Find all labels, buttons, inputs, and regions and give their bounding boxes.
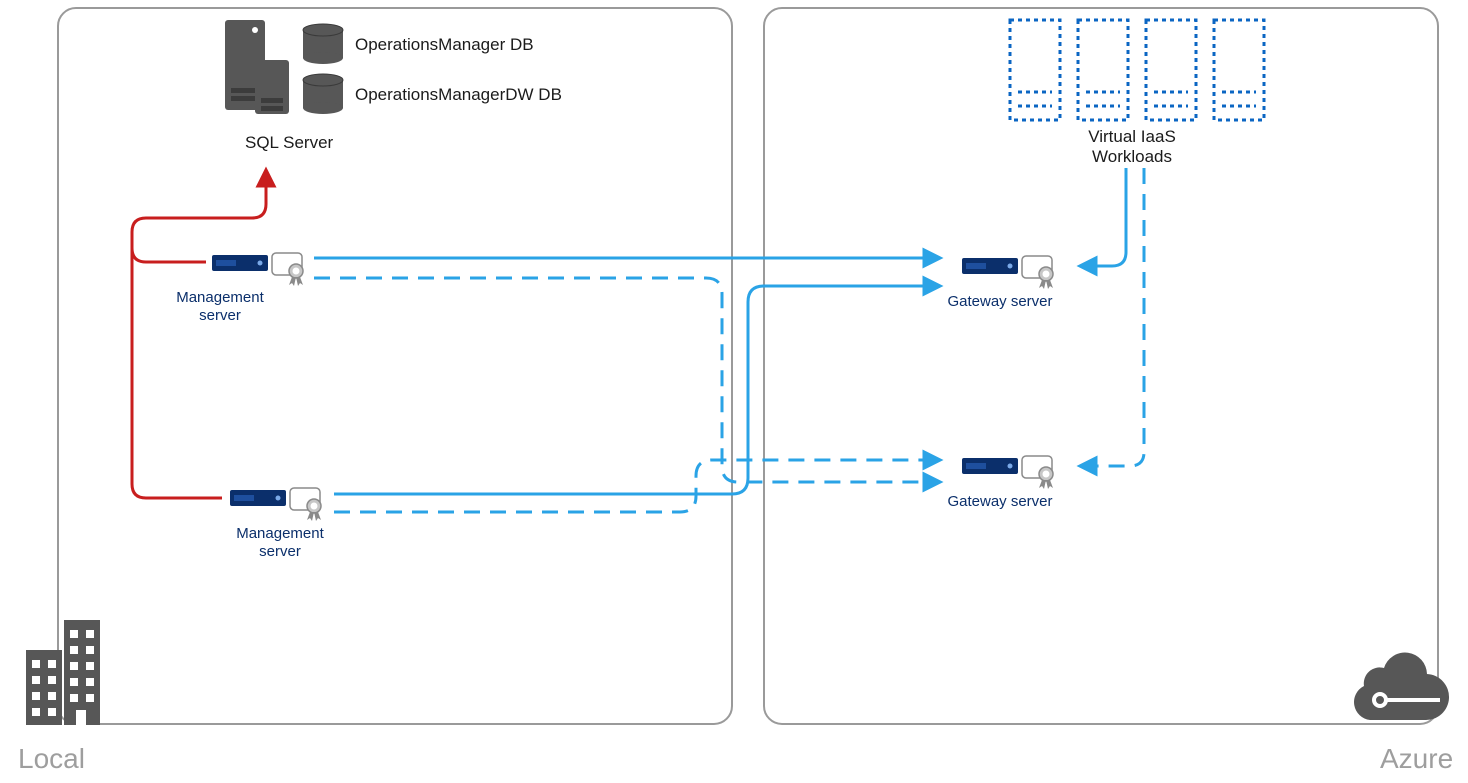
management-server-1 — [212, 253, 303, 286]
gw1-label: Gateway server — [947, 293, 1052, 310]
management-server-2 — [230, 488, 321, 521]
rack-server-icon — [962, 458, 1018, 474]
connector-red-branch — [132, 248, 206, 262]
gateway-server-2 — [962, 456, 1053, 489]
vm-icon — [1078, 20, 1128, 120]
gateway-server-1 — [962, 256, 1053, 289]
mgmt2-label-l1: Management — [236, 525, 324, 542]
rack-server-icon — [962, 258, 1018, 274]
mgmt1-label-l2: server — [199, 307, 241, 324]
rack-server-icon — [230, 490, 286, 506]
vm-icon — [1146, 20, 1196, 120]
vms-label-l2: Workloads — [1092, 147, 1172, 166]
local-label: Local — [18, 743, 85, 774]
building-icon — [26, 620, 100, 725]
vm-icon — [1214, 20, 1264, 120]
azure-panel — [764, 8, 1438, 724]
connector-vms-gw2-dashed — [1080, 168, 1144, 466]
azure-label: Azure — [1380, 743, 1453, 774]
sql-caption: SQL Server — [245, 133, 334, 152]
mgmt2-label-l2: server — [259, 543, 301, 560]
gw2-label: Gateway server — [947, 493, 1052, 510]
rack-server-icon — [212, 255, 268, 271]
connector-vms-gw1-solid — [1080, 168, 1126, 266]
sql-server-group — [225, 20, 343, 114]
db1-label: OperationsManager DB — [355, 35, 534, 54]
mgmt1-label-l1: Management — [176, 289, 264, 306]
connector-mgmt2-gw1-solid — [334, 286, 940, 494]
vms-label-l1: Virtual IaaS — [1088, 127, 1176, 146]
db2-label: OperationsManagerDW DB — [355, 85, 562, 104]
certificate-icon — [1022, 256, 1053, 289]
certificate-icon — [1022, 456, 1053, 489]
cloud-icon — [1354, 653, 1449, 720]
connector-mgmt2-gw2-dashed — [334, 460, 940, 512]
local-panel — [58, 8, 732, 724]
connector-red-to-sql — [132, 170, 266, 498]
vm-icon — [1010, 20, 1060, 120]
connector-mgmt1-gw2-dashed — [314, 278, 940, 482]
certificate-icon — [290, 488, 321, 521]
virtual-iaas-workloads — [1010, 20, 1264, 120]
architecture-diagram: Local Azure — [0, 0, 1468, 783]
certificate-icon — [272, 253, 303, 286]
